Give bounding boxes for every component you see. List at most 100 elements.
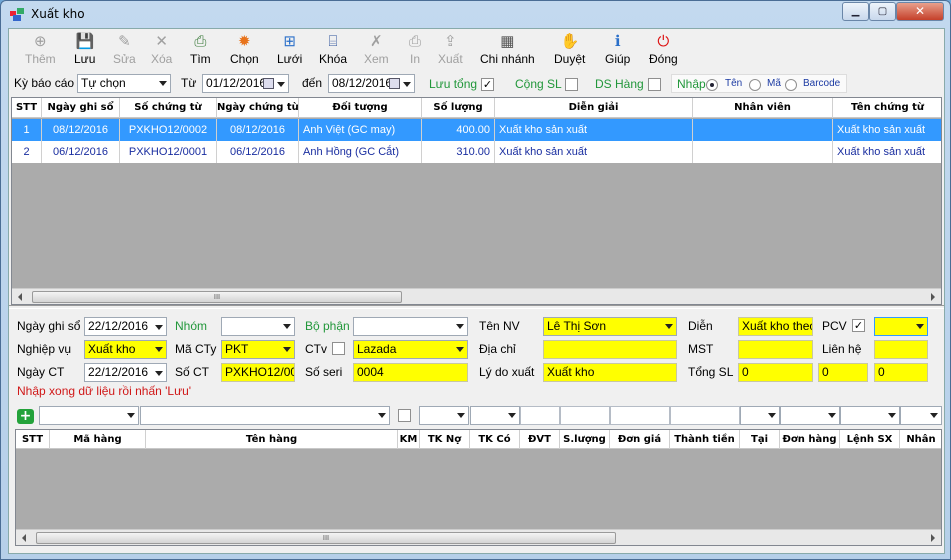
nhan-input[interactable] (900, 406, 942, 425)
column-header[interactable]: Đơn hàng (780, 430, 840, 449)
toolbar-button-save[interactable]: 💾 Lưu (74, 33, 95, 66)
column-header[interactable]: Diễn giải (495, 98, 693, 118)
scroll-left-icon[interactable] (18, 293, 22, 301)
ngay-ct-picker[interactable]: 22/12/2016 (84, 363, 167, 382)
column-header[interactable]: Số chứng từ (120, 98, 217, 118)
tk-no-input[interactable] (419, 406, 469, 425)
toolbar-button-view[interactable]: ✗ Xem (364, 33, 389, 66)
nghiep-vu-select[interactable]: Xuất kho (84, 340, 167, 359)
ctv-select[interactable]: Lazada (353, 340, 468, 359)
toolbar-button-add[interactable]: ⊕ Thêm (25, 33, 56, 66)
don-gia-input[interactable] (610, 406, 670, 425)
don-hang-input[interactable] (780, 406, 840, 425)
dvt-input[interactable] (520, 406, 560, 425)
tk-co-input[interactable] (470, 406, 520, 425)
scroll-right-icon[interactable] (931, 293, 935, 301)
toolbar-button-delete[interactable]: ✕ Xóa (151, 33, 172, 66)
scroll-thumb[interactable]: III (36, 532, 616, 544)
km-checkbox[interactable] (398, 409, 411, 422)
table-row[interactable]: 2 06/12/2016 PXKHO12/0001 06/12/2016 Anh Hồn… (12, 141, 941, 163)
so-seri-field[interactable]: 0004 (353, 363, 468, 382)
thanh-tien-input[interactable] (670, 406, 740, 425)
maximize-button[interactable]: ▢ (869, 2, 896, 21)
so-luong-input[interactable] (560, 406, 610, 425)
column-header[interactable]: STT (12, 98, 42, 118)
column-header[interactable]: Tên hàng (146, 430, 398, 449)
so-ct-field[interactable]: PXKHO12/000 (221, 363, 295, 382)
to-date-picker[interactable]: 08/12/2016 (328, 74, 415, 93)
ma-cty-select[interactable]: PKT (221, 340, 295, 359)
lien-he-field[interactable] (874, 340, 928, 359)
ma-hang-input[interactable] (39, 406, 139, 425)
voucher-grid-hscroll[interactable]: III (12, 288, 941, 304)
title-bar[interactable]: Xuất kho ▁ ▢ ✕ (1, 1, 950, 28)
mst-field[interactable] (738, 340, 813, 359)
ten-nv-select[interactable]: Lê Thị Sơn (543, 317, 677, 336)
scroll-left-icon[interactable] (22, 534, 26, 542)
radio-ten[interactable] (706, 79, 718, 91)
column-header[interactable]: TK Có (470, 430, 520, 449)
toolbar-button-power[interactable]: ⏻ Đóng (649, 33, 678, 66)
toolbar-button-gear[interactable]: ✹ Chọn (230, 33, 259, 66)
toolbar-button-print[interactable]: ⎙ In (406, 33, 424, 66)
nhom-select[interactable] (221, 317, 295, 336)
column-header[interactable]: Tại (740, 430, 780, 449)
toolbar-button-edit[interactable]: ✎ Sửa (113, 33, 136, 66)
lien-he-label: Liên hệ (822, 342, 862, 356)
bo-phan-select[interactable] (353, 317, 468, 336)
ly-do-field[interactable]: Xuất kho (543, 363, 677, 382)
lenh-sx-input[interactable] (840, 406, 900, 425)
pcv-checkbox[interactable]: ✓ (852, 319, 865, 332)
scroll-right-icon[interactable] (931, 534, 935, 542)
radio-ma[interactable] (749, 79, 761, 91)
close-button[interactable]: ✕ (896, 2, 944, 21)
ctv-checkbox[interactable] (332, 342, 345, 355)
chevron-down-icon (127, 413, 135, 418)
dien-giai-field[interactable]: Xuất kho theo (738, 317, 813, 336)
toolbar-button-grid[interactable]: ⊞ Lưới (277, 33, 302, 66)
ngay-ghi-so-picker[interactable]: 22/12/2016 (84, 317, 167, 336)
column-header[interactable]: Nhân (900, 430, 941, 449)
period-select[interactable]: Tự chọn (77, 74, 171, 93)
column-header[interactable]: Lệnh SX (840, 430, 900, 449)
from-date-picker[interactable]: 01/12/2016 (202, 74, 289, 93)
tai-input[interactable] (740, 406, 780, 425)
luu-tong-checkbox[interactable]: ✓ (481, 78, 494, 91)
column-header[interactable]: Ngày chứng từ (217, 98, 299, 118)
column-header[interactable]: Ngày ghi sổ (42, 98, 120, 118)
column-header[interactable]: Đối tượng (299, 98, 422, 118)
toolbar-button-help[interactable]: ℹ Giúp (605, 33, 630, 66)
column-header[interactable]: Số lượng (422, 98, 495, 118)
add-row-icon[interactable]: + (17, 409, 34, 424)
column-header[interactable]: Nhân viên (693, 98, 833, 118)
toolbar-button-find[interactable]: ⎙ Tìm (190, 33, 211, 66)
help-icon: ℹ (614, 33, 621, 50)
toolbar-button-lock[interactable]: ⌸ Khóa (319, 33, 347, 66)
scroll-thumb[interactable]: III (32, 291, 402, 303)
detail-grid-hscroll[interactable]: III (16, 529, 941, 545)
detail-grid[interactable]: STT Mã hàng Tên hàng KM TK Nợ TK Có ĐVT S.lượng… (15, 429, 942, 546)
toolbar-button-approve[interactable]: ✋ Duyệt (554, 33, 585, 66)
column-header[interactable]: Mã hàng (50, 430, 146, 449)
ten-nv-label: Tên NV (479, 319, 520, 333)
table-row[interactable]: 1 08/12/2016 PXKHO12/0002 08/12/2016 Anh Việ… (12, 119, 941, 141)
column-header[interactable]: KM (398, 430, 420, 449)
toolbar-button-branch[interactable]: ▦ Chi nhánh (480, 33, 535, 66)
column-header[interactable]: Thành tiền (670, 430, 740, 449)
column-header[interactable]: STT (16, 430, 50, 449)
pcv-select[interactable] (874, 317, 928, 336)
ten-hang-input[interactable] (140, 406, 390, 425)
radio-barcode[interactable] (785, 79, 797, 91)
column-header[interactable]: TK Nợ (420, 430, 470, 449)
column-header[interactable]: ĐVT (520, 430, 560, 449)
ds-hang-checkbox[interactable] (648, 78, 661, 91)
column-header[interactable]: Đơn giá (610, 430, 670, 449)
column-header[interactable]: S.lượng (560, 430, 610, 449)
panel-splitter[interactable] (9, 305, 944, 309)
cong-sl-checkbox[interactable] (565, 78, 578, 91)
minimize-button[interactable]: ▁ (842, 2, 869, 21)
toolbar-button-export[interactable]: ⇪ Xuất (438, 33, 463, 66)
column-header[interactable]: Tên chứng từ (833, 98, 941, 118)
voucher-grid[interactable]: STT Ngày ghi sổ Số chứng từ Ngày chứng từ Đố… (11, 97, 942, 305)
dia-chi-field[interactable] (543, 340, 677, 359)
